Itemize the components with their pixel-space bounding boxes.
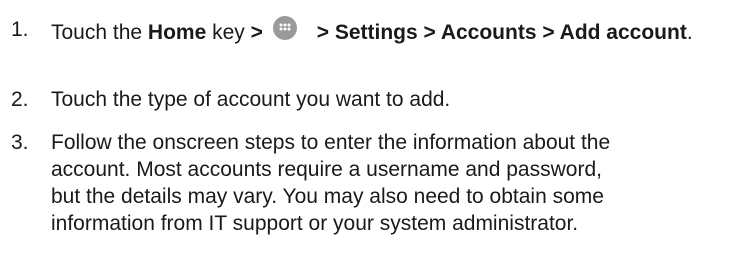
step-prefix: Touch the [51, 21, 148, 44]
step-key-text: key [206, 21, 251, 44]
path-separator: > [250, 21, 263, 44]
step-end: . [686, 21, 693, 44]
step-line: account. Most accounts require a usernam… [51, 158, 602, 181]
step-number: 2. [11, 88, 29, 111]
step-text: Follow the onscreen steps to enter the i… [51, 129, 731, 237]
step-text: Touch the type of account you want to ad… [51, 88, 451, 111]
step-number: 1. [11, 18, 29, 41]
step-number: 3. [11, 131, 29, 154]
home-key-label: Home [147, 21, 207, 44]
step-line: Follow the onscreen steps to enter the i… [51, 131, 611, 154]
step-line: information from IT support or your syst… [51, 212, 579, 235]
apps-drawer-icon [272, 16, 297, 40]
settings-path: > Settings > Accounts > Add account [310, 21, 687, 44]
step-text: Touch the Home key > > Settings > Accoun… [51, 16, 731, 46]
step-line: but the details may vary. You may also n… [51, 185, 604, 208]
